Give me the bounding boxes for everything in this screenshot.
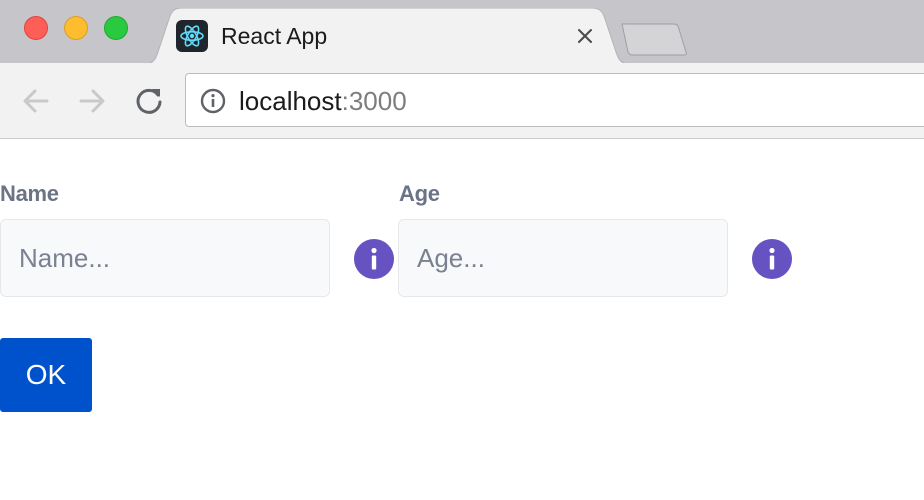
arrow-left-icon[interactable]: [20, 85, 52, 117]
name-label: Name: [0, 181, 59, 206]
address-url: localhost:3000: [239, 86, 407, 116]
browser-toolbar: localhost:3000: [0, 63, 924, 139]
info-icon[interactable]: [752, 239, 792, 279]
address-bar[interactable]: localhost:3000: [185, 73, 924, 127]
arrow-right-icon[interactable]: [76, 85, 108, 117]
close-icon[interactable]: [572, 23, 598, 49]
age-input[interactable]: [398, 219, 728, 297]
browser-tab-strip: React App: [0, 0, 924, 64]
react-logo-icon: [176, 20, 208, 52]
name-input[interactable]: [0, 219, 330, 297]
tab-title: React App: [221, 23, 328, 49]
active-tab[interactable]: [144, 8, 630, 64]
info-icon[interactable]: [354, 239, 394, 279]
close-window-button[interactable]: [24, 16, 48, 40]
address-host: localhost: [239, 86, 342, 116]
info-circle-icon[interactable]: [200, 88, 226, 114]
address-port: :3000: [341, 86, 407, 116]
new-tab-button[interactable]: [618, 22, 690, 56]
maximize-window-button[interactable]: [104, 16, 128, 40]
age-label: Age: [399, 181, 440, 206]
reload-icon[interactable]: [133, 85, 165, 117]
minimize-window-button[interactable]: [64, 16, 88, 40]
ok-button[interactable]: OK: [0, 338, 92, 412]
